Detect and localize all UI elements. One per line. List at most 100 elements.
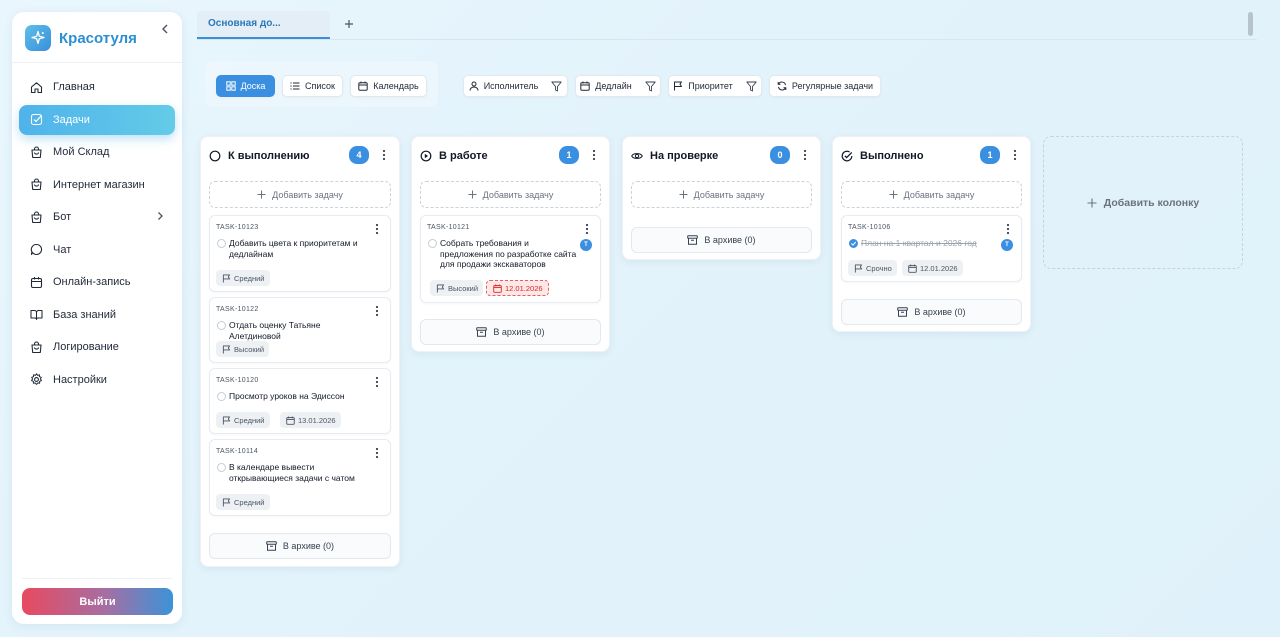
archive-icon bbox=[266, 541, 277, 551]
brand[interactable]: Красотуля bbox=[25, 25, 137, 51]
task-checkbox[interactable] bbox=[428, 239, 437, 248]
card-menu-button[interactable] bbox=[1003, 222, 1013, 236]
sidebar-item-knowledge-base[interactable]: База знаний bbox=[19, 300, 175, 330]
archive-button[interactable]: В архиве (0) bbox=[631, 227, 812, 253]
grid-icon bbox=[225, 81, 236, 91]
add-task-button[interactable]: Добавить задачу bbox=[631, 181, 812, 208]
task-card[interactable]: TASK-10114 В календаре вывести открывающ… bbox=[209, 439, 391, 516]
task-checkbox[interactable] bbox=[217, 239, 226, 248]
deadline-tag: 13.01.2026 bbox=[280, 412, 341, 428]
flag-icon bbox=[674, 81, 683, 91]
add-tab-button[interactable] bbox=[341, 16, 357, 32]
sidebar-item-settings[interactable]: Настройки bbox=[19, 365, 175, 395]
recurring-tasks-button[interactable]: Регулярные задачи bbox=[769, 75, 881, 97]
task-card[interactable]: TASK-10120 Просмотр уроков на Эдиссон Ср… bbox=[209, 368, 391, 434]
card-menu-button[interactable] bbox=[372, 222, 382, 236]
filter-deadline-button[interactable]: Дедлайн bbox=[575, 75, 661, 97]
column-menu-button[interactable] bbox=[1010, 148, 1020, 162]
sparkle-logo-icon bbox=[25, 25, 51, 51]
task-id: TASK-10122 bbox=[216, 306, 259, 313]
sidebar-item-logging[interactable]: Логирование bbox=[19, 332, 175, 362]
calendar-icon bbox=[30, 276, 43, 289]
filter-priority-button[interactable]: Приоритет bbox=[668, 75, 762, 97]
card-menu-button[interactable] bbox=[372, 375, 382, 389]
circle-icon bbox=[209, 150, 221, 162]
logout-button[interactable]: Выйти bbox=[22, 588, 173, 615]
recurring-label: Регулярные задачи bbox=[791, 81, 874, 91]
assignee-avatar[interactable]: Т bbox=[1001, 239, 1013, 251]
user-icon bbox=[469, 81, 479, 91]
filter-icon bbox=[746, 81, 757, 91]
tasks-icon bbox=[30, 113, 43, 126]
task-title: Собрать требования и предложения по разр… bbox=[440, 238, 577, 269]
add-task-button[interactable]: Добавить задачу bbox=[420, 181, 601, 208]
column-header: На проверке 0 bbox=[631, 146, 812, 166]
task-id: TASK-10114 bbox=[216, 448, 259, 455]
check-circle-icon bbox=[841, 150, 853, 162]
filter-assignee-button[interactable]: Исполнитель bbox=[463, 75, 568, 97]
task-checkbox[interactable] bbox=[217, 392, 226, 401]
card-menu-button[interactable] bbox=[372, 446, 382, 460]
view-calendar-button[interactable]: Календарь bbox=[350, 75, 427, 97]
task-checkbox[interactable] bbox=[217, 321, 226, 330]
tab-main-board[interactable]: Основная до... bbox=[197, 11, 330, 39]
more-vertical-icon bbox=[585, 223, 589, 235]
sidebar-item-label: Настройки bbox=[53, 373, 107, 386]
assignee-avatar[interactable]: Т bbox=[580, 239, 592, 251]
sidebar-item-shop[interactable]: Интернет магазин bbox=[19, 170, 175, 200]
priority-label: Высокий bbox=[234, 344, 265, 354]
archive-icon bbox=[687, 235, 699, 245]
scrollbar-thumb[interactable] bbox=[1248, 12, 1253, 36]
sidebar-item-warehouse[interactable]: Мой Склад bbox=[19, 137, 175, 167]
task-card[interactable]: TASK-10122 Отдать оценку Татьяне Алетдин… bbox=[209, 297, 391, 363]
sidebar-item-label: Мой Склад bbox=[53, 146, 110, 158]
sidebar-item-booking[interactable]: Онлайн-запись bbox=[19, 267, 175, 297]
task-title: Просмотр уроков на Эдиссон bbox=[229, 391, 345, 401]
more-vertical-icon bbox=[1006, 223, 1010, 235]
task-card[interactable]: TASK-10121 Собрать требования и предложе… bbox=[420, 215, 601, 303]
archive-button[interactable]: В архиве (0) bbox=[209, 533, 391, 559]
column-menu-button[interactable] bbox=[800, 148, 810, 162]
task-card[interactable]: TASK-10123 Добавить цвета к приоритетам … bbox=[209, 215, 391, 292]
divider bbox=[22, 578, 172, 579]
add-column-button[interactable]: Добавить колонку bbox=[1043, 136, 1243, 269]
more-vertical-icon bbox=[382, 149, 386, 161]
sidebar-item-label: Логирование bbox=[53, 341, 119, 353]
sidebar-item-tasks[interactable]: Задачи bbox=[19, 104, 175, 135]
column-header: В работе 1 bbox=[420, 146, 601, 166]
priority-tag: Средний bbox=[216, 270, 270, 286]
task-checkbox[interactable] bbox=[217, 463, 226, 472]
card-menu-button[interactable] bbox=[582, 222, 592, 236]
shop-icon bbox=[30, 178, 43, 191]
view-list-button[interactable]: Список bbox=[282, 75, 343, 97]
sidebar-item-bot[interactable]: Бот bbox=[19, 202, 175, 232]
task-title: План на 1 квартал и 2026 год bbox=[861, 238, 977, 248]
task-checkbox-checked[interactable] bbox=[849, 239, 858, 248]
add-task-button[interactable]: Добавить задачу bbox=[209, 181, 391, 208]
sidebar-item-home[interactable]: Главная bbox=[19, 72, 175, 102]
view-board-button[interactable]: Доска bbox=[216, 75, 275, 97]
archive-button[interactable]: В архиве (0) bbox=[841, 299, 1022, 325]
task-title: В календаре вывести открывающиеся задачи… bbox=[229, 462, 355, 483]
column-title: Выполнено bbox=[860, 150, 924, 162]
home-icon bbox=[30, 81, 43, 94]
archive-label: В архиве (0) bbox=[914, 307, 966, 317]
collapse-sidebar-button[interactable] bbox=[158, 22, 172, 36]
sidebar-item-label: Задачи bbox=[53, 113, 90, 126]
archive-button[interactable]: В архиве (0) bbox=[420, 319, 601, 345]
add-task-label: Добавить задачу bbox=[272, 189, 343, 200]
priority-label: Средний bbox=[234, 273, 265, 283]
sidebar-item-chat[interactable]: Чат bbox=[19, 235, 175, 265]
card-menu-button[interactable] bbox=[372, 304, 382, 318]
add-task-button[interactable]: Добавить задачу bbox=[841, 181, 1022, 208]
column-menu-button[interactable] bbox=[379, 148, 389, 162]
calendar-icon bbox=[580, 81, 590, 91]
priority-label: Высокий bbox=[448, 283, 479, 293]
check-icon bbox=[851, 241, 857, 246]
play-icon bbox=[420, 150, 432, 162]
filter-label: Приоритет bbox=[688, 81, 733, 91]
column-menu-button[interactable] bbox=[589, 148, 599, 162]
more-vertical-icon bbox=[375, 376, 379, 388]
task-card[interactable]: TASK-10106 План на 1 квартал и 2026 год … bbox=[841, 215, 1022, 282]
gear-icon bbox=[30, 373, 43, 386]
